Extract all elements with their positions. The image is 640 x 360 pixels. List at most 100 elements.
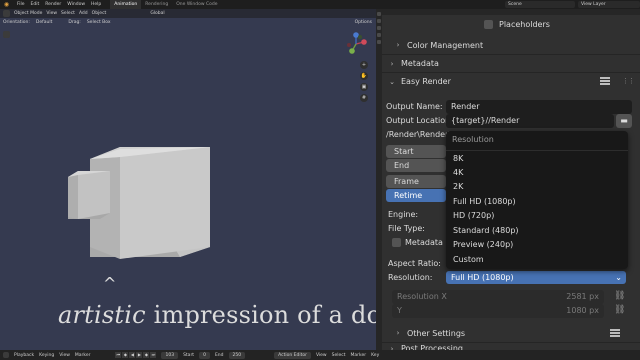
menu-render[interactable]: Render — [42, 0, 64, 9]
resolution-option-custom[interactable]: Custom — [453, 255, 484, 264]
resolution-value: Full HD (1080p) — [451, 273, 514, 282]
metadata-checkbox-label: Metadata — [405, 237, 443, 247]
pan-hand-icon[interactable]: ✋ — [360, 72, 368, 80]
resolution-option-4k[interactable]: 4K — [453, 168, 463, 177]
view-menu-2[interactable]: View — [316, 353, 327, 358]
current-frame-field[interactable]: 103 — [161, 351, 179, 359]
view-layer-selector[interactable]: View Layer — [578, 1, 640, 8]
select-menu-2[interactable]: Select — [332, 353, 346, 358]
start-label: Start — [183, 352, 195, 358]
view-menu[interactable]: View — [59, 353, 70, 358]
output-tab-icon[interactable] — [377, 19, 381, 23]
keying-menu[interactable]: Keying — [39, 353, 54, 358]
object-mode-dropdown[interactable]: Object Mode — [14, 11, 42, 16]
marker-menu-2[interactable]: Marker — [351, 353, 367, 358]
top-menu-bar: ◉ File Edit Render Window Help Animation… — [0, 0, 640, 9]
viewport-caption: artistic impression of a dog — [58, 301, 376, 329]
scene-selector[interactable]: Scene — [505, 1, 575, 8]
frame-rate-button[interactable]: Frame Rate — [386, 175, 446, 199]
play-icon[interactable]: ▶ — [136, 352, 143, 358]
menu-help[interactable]: Help — [88, 0, 104, 9]
workspace-tab-rendering[interactable]: Rendering — [141, 0, 172, 9]
blender-logo-icon[interactable]: ◉ — [2, 1, 11, 8]
grid-perspective-icon[interactable]: # — [360, 94, 368, 102]
viewport-header: Object Mode View Select Add Object Globa… — [0, 9, 376, 18]
menu-view[interactable]: View — [46, 11, 57, 16]
resolution-option-standard[interactable]: Standard (480p) — [453, 226, 519, 235]
link-icon[interactable]: ⛓ — [614, 305, 625, 315]
next-key-icon[interactable]: ◆ — [143, 352, 150, 358]
drag-handle-icon[interactable]: ⋮⋮ — [622, 77, 635, 85]
workspace-tab-one-window-code[interactable]: One Window Code — [172, 0, 221, 9]
menu-add[interactable]: Add — [79, 11, 88, 16]
metadata-checkbox[interactable] — [392, 237, 401, 247]
workspace-tab-animation[interactable]: Animation — [110, 0, 142, 9]
editor-type-icon[interactable] — [3, 10, 10, 17]
transform-space-dropdown[interactable]: Global — [150, 11, 164, 16]
marker-menu[interactable]: Marker — [75, 353, 91, 358]
zoom-icon[interactable]: + — [360, 61, 368, 69]
play-reverse-icon[interactable]: ◀ — [129, 352, 136, 358]
placeholders-row[interactable]: Placeholders — [382, 17, 640, 31]
output-location-field[interactable]: {target}//Render — [446, 114, 614, 128]
prev-key-icon[interactable]: ◆ — [122, 352, 129, 358]
chevron-right-icon: › — [396, 41, 400, 49]
resolution-option-full-hd[interactable]: Full HD (1080p) — [453, 197, 516, 206]
retime-button[interactable]: Retime — [386, 189, 446, 202]
jump-start-icon[interactable]: ⏮ — [115, 352, 122, 358]
resolution-label: Resolution: — [388, 273, 433, 282]
options-dropdown[interactable]: Options — [355, 20, 372, 25]
toolbar — [3, 31, 10, 40]
metadata-title: Metadata — [401, 59, 439, 68]
3d-viewport[interactable]: Object Mode View Select Add Object Globa… — [0, 9, 376, 350]
scene-tab-icon[interactable] — [377, 26, 381, 30]
resolution-y-label: Y — [397, 306, 402, 315]
render-tab-icon[interactable] — [377, 12, 381, 16]
jump-end-icon[interactable]: ⏭ — [150, 352, 157, 358]
color-management-panel-header[interactable]: › Color Management — [382, 36, 640, 54]
easy-render-title: Easy Render — [401, 77, 451, 86]
navigation-gizmo[interactable] — [344, 32, 368, 56]
output-name-field[interactable]: Render — [446, 100, 632, 114]
dropdown-separator — [446, 150, 628, 151]
menu-edit[interactable]: Edit — [28, 0, 43, 9]
drag-dropdown[interactable]: Select Box — [87, 20, 111, 25]
world-tab-icon[interactable] — [377, 33, 381, 37]
action-editor-dropdown[interactable]: Action Editor — [274, 351, 311, 359]
resolution-y-field[interactable]: Y 1080 px — [392, 304, 604, 318]
select-tool-icon[interactable] — [3, 31, 10, 38]
start-frame-field[interactable]: 0 — [199, 351, 210, 359]
other-settings-panel-header[interactable]: › Other Settings — [382, 324, 640, 342]
dropdown-title: Resolution — [452, 135, 494, 144]
end-button[interactable]: End — [386, 159, 446, 172]
folder-browse-icon[interactable]: ▬ — [616, 114, 632, 128]
caption-italic-word: artistic — [58, 301, 146, 329]
resolution-x-field[interactable]: Resolution X 2581 px — [392, 290, 604, 304]
object-tab-icon[interactable] — [377, 40, 381, 44]
editor-type-icon[interactable] — [3, 352, 9, 358]
placeholders-checkbox[interactable] — [484, 19, 493, 29]
camera-view-icon[interactable]: ▣ — [360, 83, 368, 91]
menu-select[interactable]: Select — [61, 11, 75, 16]
menu-file[interactable]: File — [14, 0, 28, 9]
cube-mesh[interactable] — [60, 139, 220, 269]
playback-menu[interactable]: Playback — [14, 353, 34, 358]
engine-label: Engine: — [388, 210, 419, 219]
link-icon[interactable]: ⛓ — [614, 291, 625, 301]
caption-rest: impression of a dog — [145, 301, 376, 329]
menu-object[interactable]: Object — [92, 11, 107, 16]
view-layer-name: View Layer — [581, 2, 606, 7]
resolution-option-2k[interactable]: 2K — [453, 182, 463, 191]
panel-menu-icon[interactable] — [600, 77, 610, 85]
key-menu[interactable]: Key — [371, 353, 379, 358]
orientation-dropdown[interactable]: Default — [36, 20, 52, 25]
end-frame-field[interactable]: 250 — [228, 351, 246, 359]
start-frame-button[interactable]: Start Frame — [386, 145, 446, 169]
resolution-option-8k[interactable]: 8K — [453, 154, 463, 163]
resolution-dropdown[interactable]: Full HD (1080p) ⌄ — [446, 271, 626, 284]
resolution-option-preview[interactable]: Preview (240p) — [453, 240, 513, 249]
menu-window[interactable]: Window — [64, 0, 88, 9]
metadata-panel-header[interactable]: › Metadata — [382, 54, 640, 72]
resolution-option-hd[interactable]: HD (720p) — [453, 211, 494, 220]
panel-menu-icon[interactable] — [610, 329, 620, 337]
